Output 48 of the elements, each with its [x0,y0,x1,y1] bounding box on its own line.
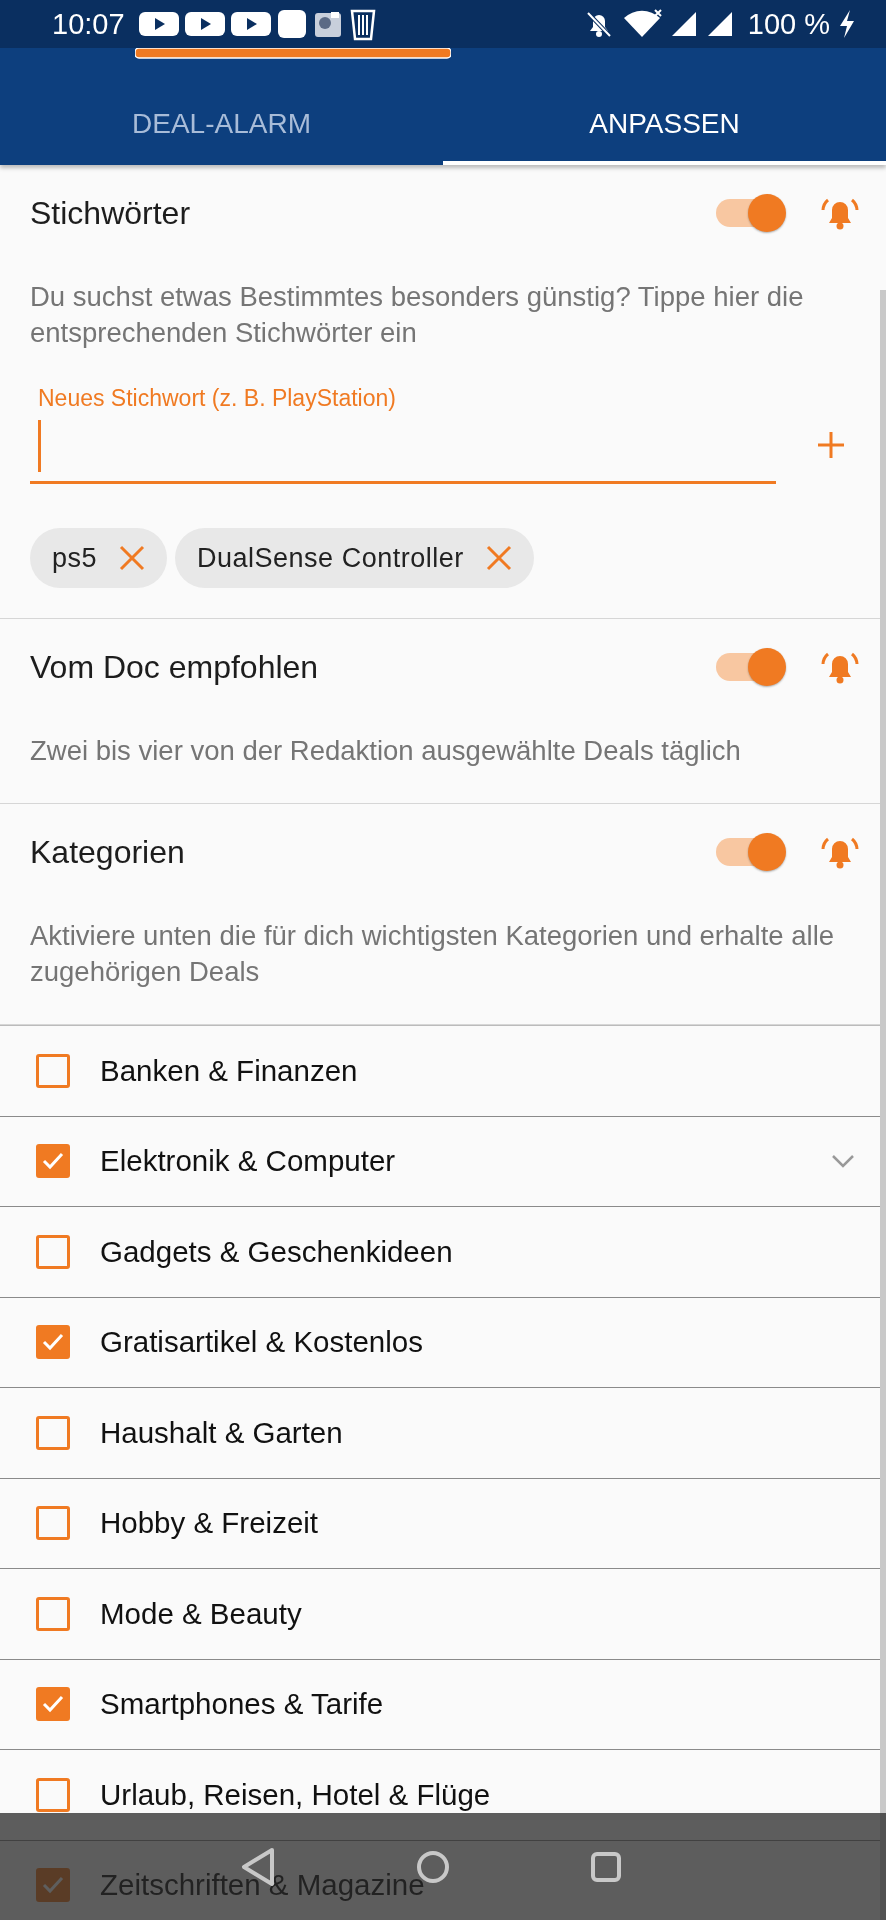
app-icon [276,9,307,39]
checkbox[interactable] [36,1777,70,1812]
category-label: Smartphones & Tarife [100,1687,385,1722]
text-cursor [38,420,41,472]
section-title: Vom Doc empfohlen [30,648,320,686]
recent-apps-icon[interactable] [590,1850,622,1883]
section-description: Zwei bis vier von der Redaktion ausgewählte Deals täglich [30,734,742,768]
category-label: Zeitschriften & Magazine [100,1868,426,1903]
checkbox[interactable] [36,1596,70,1631]
wifi-icon [621,9,662,39]
charging-icon [838,9,856,39]
image-icon [312,9,343,39]
checkbox[interactable] [36,1234,70,1269]
category-label: Gadgets & Geschenkideen [100,1234,454,1269]
category-label: Haushalt & Garten [100,1415,344,1450]
battery-level: 100 % [747,7,830,41]
field-label: Neues Stichwort (z. B. PlayStation) [37,385,397,412]
tab[interactable]: ANPASSEN [443,60,886,165]
category-label: Banken & Finanzen [100,1053,359,1088]
checkbox[interactable] [36,1144,70,1179]
checkbox[interactable] [36,1053,70,1088]
category-label: Gratisartikel & Kostenlos [100,1325,424,1360]
category-label: Urlaub, Reisen, Hotel & Flüge [100,1777,492,1812]
keyword-chip[interactable]: ps5 [30,528,168,588]
keyword-chip[interactable]: DualSense Controller [175,528,534,588]
section-title: Kategorien [30,833,186,871]
chip-label: DualSense Controller [197,542,464,574]
checkbox[interactable] [36,1687,70,1722]
section-title: Stichwörter [30,194,192,232]
video-app-icon [138,10,179,38]
checkbox[interactable] [36,1506,70,1541]
close-icon[interactable] [485,545,512,571]
chevron-down-icon[interactable] [830,1153,856,1170]
trash-icon [348,7,377,41]
section-description: Du suchst etwas Bestimmtes besonders günstig? Tippe hier die entsprechenden Stichwörter ein [30,280,805,350]
close-icon[interactable] [119,545,146,571]
status-time: 10:07 [52,7,125,41]
checkbox[interactable] [36,1415,70,1450]
tab[interactable]: DEAL-ALARM [0,60,443,165]
category-label: Hobby & Freizeit [100,1506,320,1541]
checkbox[interactable] [36,1325,70,1360]
video-app-icon [184,10,225,38]
category-label: Mode & Beauty [100,1596,303,1631]
category-label: Elektronik & Computer [100,1144,397,1179]
video-app-icon [230,10,271,38]
chip-label: ps5 [52,542,98,574]
section-description: Aktiviere unten die für dich wichtigsten Kategorien und erhalte alle zugehörigen Deals [30,919,836,989]
add-icon[interactable] [816,430,846,460]
